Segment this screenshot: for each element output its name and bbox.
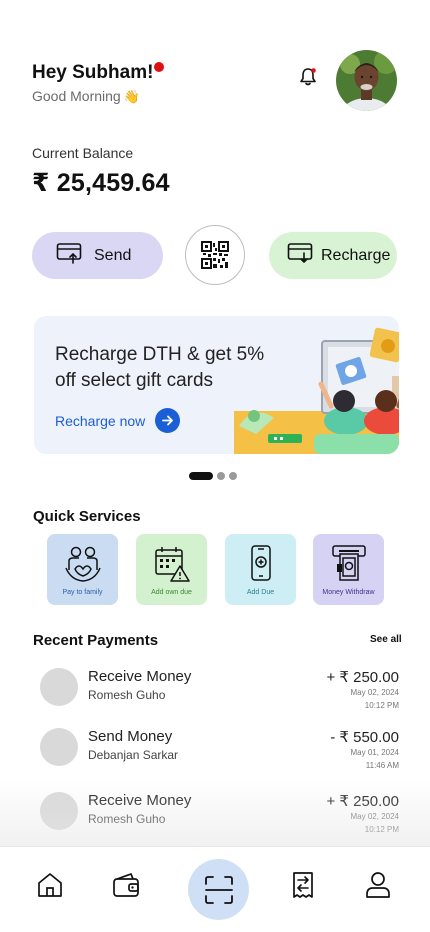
add-due-card[interactable]: Add Due <box>225 534 296 605</box>
payment-contact: Romesh Guho <box>88 688 166 702</box>
nav-profile[interactable] <box>362 869 394 901</box>
payment-amount: - ₹ 550.00 <box>330 729 399 746</box>
user-avatar[interactable] <box>336 50 397 111</box>
payment-amount: + ₹ 250.00 <box>326 669 399 686</box>
wallet-icon <box>113 873 139 897</box>
nav-bills[interactable] <box>287 869 319 901</box>
carousel-dot[interactable] <box>217 472 225 480</box>
nav-home[interactable] <box>34 869 66 901</box>
notification-bell-icon[interactable] <box>297 66 319 88</box>
profile-icon <box>366 872 390 898</box>
payment-contact: Romesh Guho <box>88 812 166 826</box>
send-card-icon <box>56 242 82 269</box>
pay-to-family-card[interactable]: Pay to family <box>47 534 118 605</box>
nav-scan[interactable] <box>188 859 249 920</box>
payment-time: 11:46 AM <box>365 761 399 770</box>
payment-type: Receive Money <box>88 792 192 809</box>
waving-hand-icon: 👋 <box>123 88 140 104</box>
payment-date: May 01, 2024 <box>350 748 399 757</box>
payment-contact: Debanjan Sarkar <box>88 748 179 762</box>
balance-value: ₹ 25,459.64 <box>32 169 170 197</box>
carousel-dot[interactable] <box>229 472 237 480</box>
payer-avatar <box>40 728 78 766</box>
see-all-link[interactable]: See all <box>370 634 402 645</box>
add-due-label: Add Due <box>246 589 275 596</box>
bottom-navigation <box>0 846 430 932</box>
money-withdraw-label: Money Withdraw <box>322 589 375 596</box>
payment-row[interactable]: Send Money Debanjan Sarkar - ₹ 550.00 Ma… <box>40 728 399 788</box>
home-icon <box>38 873 62 897</box>
recharge-now-label: Recharge now <box>55 412 146 429</box>
status-dot <box>154 62 164 72</box>
greeting-subtitle: Good Morning 👋 <box>32 88 140 104</box>
send-label: Send <box>94 246 132 264</box>
payment-time: 10:12 PM <box>364 825 399 834</box>
phone-add-icon <box>250 545 271 581</box>
payer-avatar <box>40 792 78 830</box>
payment-row[interactable]: Receive Money Romesh Guho + ₹ 250.00 May… <box>40 668 399 728</box>
add-own-due-card[interactable]: Add own due <box>136 534 207 605</box>
bill-icon <box>293 872 313 898</box>
family-icon <box>64 546 101 582</box>
money-withdraw-card[interactable]: Money Withdraw <box>313 534 384 605</box>
payment-time: 10:12 PM <box>364 701 399 710</box>
payment-type: Send Money <box>88 728 173 745</box>
send-button[interactable]: Send <box>32 232 163 279</box>
greeting-subtitle-text: Good Morning <box>32 88 121 104</box>
atm-icon <box>331 545 366 581</box>
payment-amount: + ₹ 250.00 <box>326 793 399 810</box>
recharge-label: Recharge <box>321 246 391 264</box>
payment-type: Receive Money <box>88 668 192 685</box>
arrow-right-icon <box>155 408 181 433</box>
promo-banner[interactable]: Recharge DTH & get 5% off select gift ca… <box>34 316 399 454</box>
add-own-due-label: Add own due <box>151 589 192 596</box>
payer-avatar <box>40 668 78 706</box>
recharge-now-link[interactable]: Recharge now <box>55 408 181 433</box>
balance-label: Current Balance <box>32 145 134 161</box>
recharge-card-icon <box>287 242 313 269</box>
qr-code-button[interactable] <box>185 225 245 285</box>
payment-date: May 02, 2024 <box>350 812 399 821</box>
nav-wallet[interactable] <box>110 869 142 901</box>
pay-to-family-label: Pay to family <box>62 589 103 596</box>
qr-code-icon <box>201 241 229 269</box>
carousel-indicator[interactable] <box>189 472 237 480</box>
payment-date: May 02, 2024 <box>350 688 399 697</box>
tv-illustration <box>234 316 399 454</box>
quick-services-title: Quick Services <box>33 508 141 525</box>
greeting-title: Hey Subham! <box>32 62 154 83</box>
recharge-button[interactable]: Recharge <box>269 232 397 279</box>
scan-icon <box>204 875 233 904</box>
calendar-alert-icon <box>154 547 190 582</box>
recent-payments-title: Recent Payments <box>33 632 159 649</box>
payment-row[interactable]: Receive Money Romesh Guho + ₹ 250.00 May… <box>40 792 399 852</box>
carousel-dot-active[interactable] <box>189 472 213 480</box>
